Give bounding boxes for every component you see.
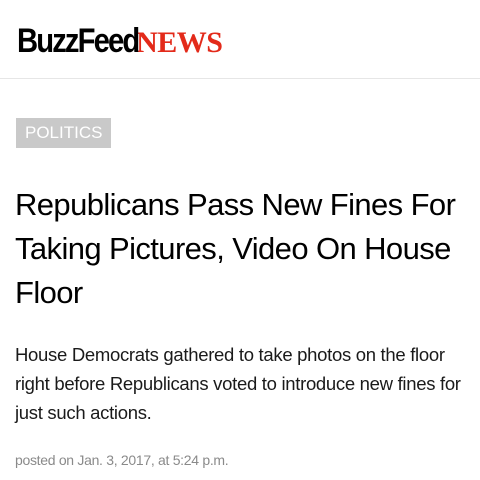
logo-news-text: NEWS [136,26,223,59]
buzzfeed-news-logo[interactable]: BuzzFeed NEWS [17,22,223,62]
category-badge[interactable]: POLITICS [16,118,112,148]
article-headline: Republicans Pass New Fines For Taking Pi… [15,187,456,310]
logo-buzzfeed-text: BuzzFeed [17,22,140,60]
article-timestamp: posted on Jan. 3, 2017, at 5:24 p.m. [15,452,229,468]
site-header: BuzzFeed NEWS [0,0,480,79]
article-dek: House Democrats gathered to take photos … [15,344,461,423]
